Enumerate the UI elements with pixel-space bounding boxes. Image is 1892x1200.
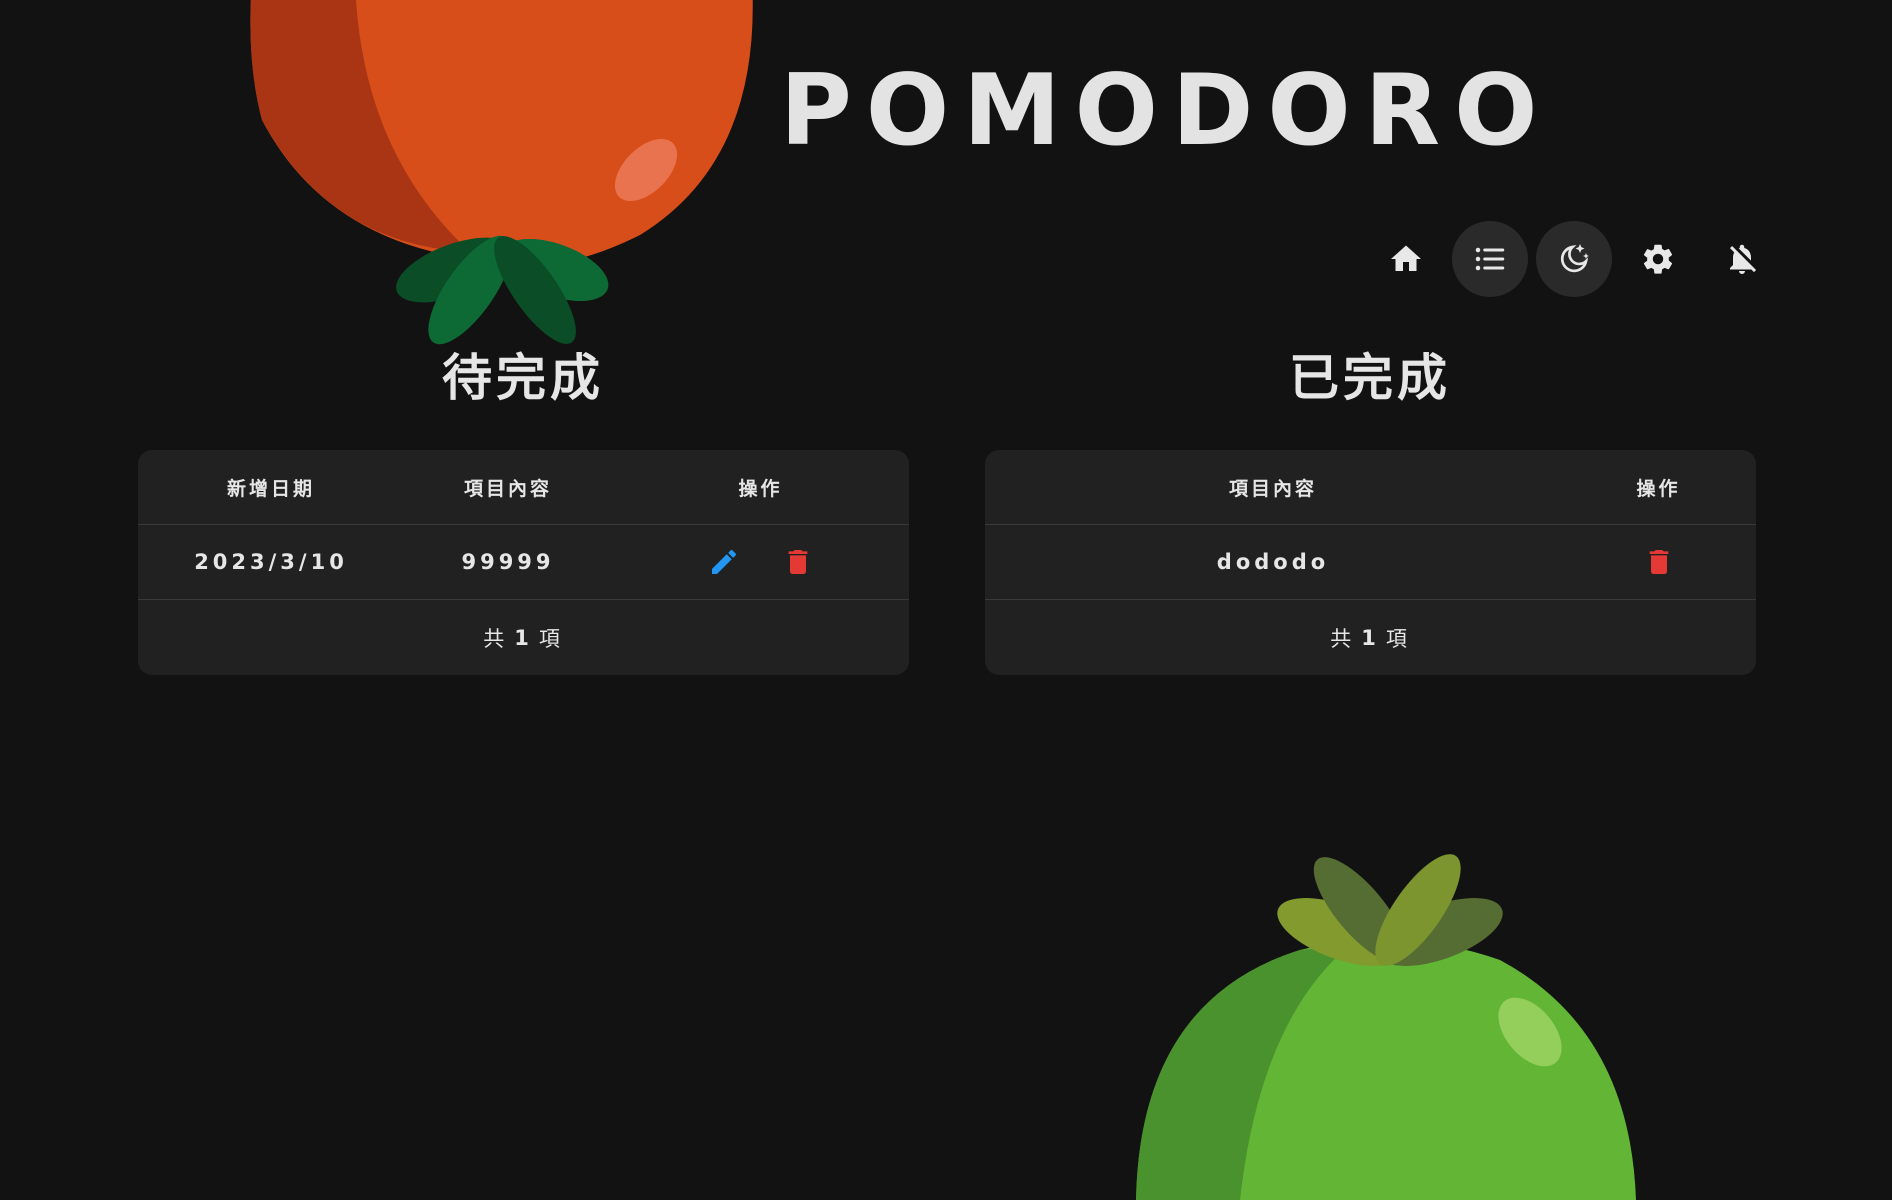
footer-prefix: 共 xyxy=(1330,626,1356,651)
footer-suffix: 項 xyxy=(538,626,564,651)
todo-list-button[interactable] xyxy=(1452,221,1528,297)
home-button[interactable] xyxy=(1368,221,1444,297)
dark-mode-button[interactable] xyxy=(1536,221,1612,297)
settings-button[interactable] xyxy=(1620,221,1696,297)
pencil-icon xyxy=(711,549,736,574)
footer-prefix: 共 xyxy=(483,626,509,651)
completed-panel-title: 已完成 xyxy=(1289,349,1451,407)
delete-button[interactable] xyxy=(1642,545,1676,579)
column-header-actions: 操作 xyxy=(738,477,783,500)
footer-suffix: 項 xyxy=(1385,626,1411,651)
pending-table: 新增日期 項目內容 操作 2023/3/10 99999 共 1 項 xyxy=(138,450,909,675)
row-actions xyxy=(612,545,909,579)
home-icon xyxy=(1391,245,1421,271)
table-header-row: 新增日期 項目內容 操作 xyxy=(138,450,909,525)
row-actions xyxy=(1561,545,1756,579)
column-header-actions: 操作 xyxy=(1636,477,1681,500)
table-row: 2023/3/10 99999 xyxy=(138,525,909,600)
delete-button[interactable] xyxy=(781,545,815,579)
table-row: dododo xyxy=(985,525,1756,600)
completed-table: 項目內容 操作 dododo 共 1 項 xyxy=(985,450,1756,675)
column-header-date: 新增日期 xyxy=(226,477,315,500)
gear-icon xyxy=(1643,244,1673,274)
top-nav xyxy=(1368,221,1780,297)
table-header-row: 項目內容 操作 xyxy=(985,450,1756,525)
row-content: dododo xyxy=(1216,550,1330,574)
moon-stars-icon xyxy=(1560,244,1589,273)
row-date: 2023/3/10 xyxy=(194,550,348,574)
trash-icon xyxy=(788,550,807,574)
column-header-content: 項目內容 xyxy=(463,477,552,500)
edit-button[interactable] xyxy=(707,545,741,579)
app-title: POMODORO xyxy=(780,54,1552,168)
list-icon xyxy=(1475,247,1505,271)
table-footer: 共 1 項 xyxy=(138,600,909,675)
notifications-button[interactable] xyxy=(1704,221,1780,297)
row-content: 99999 xyxy=(461,550,555,574)
bell-off-icon xyxy=(1730,244,1757,274)
item-count: 1 xyxy=(514,625,533,650)
trash-icon xyxy=(1649,550,1668,574)
table-footer: 共 1 項 xyxy=(985,600,1756,675)
column-header-content: 項目內容 xyxy=(1228,477,1317,500)
pending-panel-title: 待完成 xyxy=(442,349,604,407)
item-count: 1 xyxy=(1361,625,1380,650)
